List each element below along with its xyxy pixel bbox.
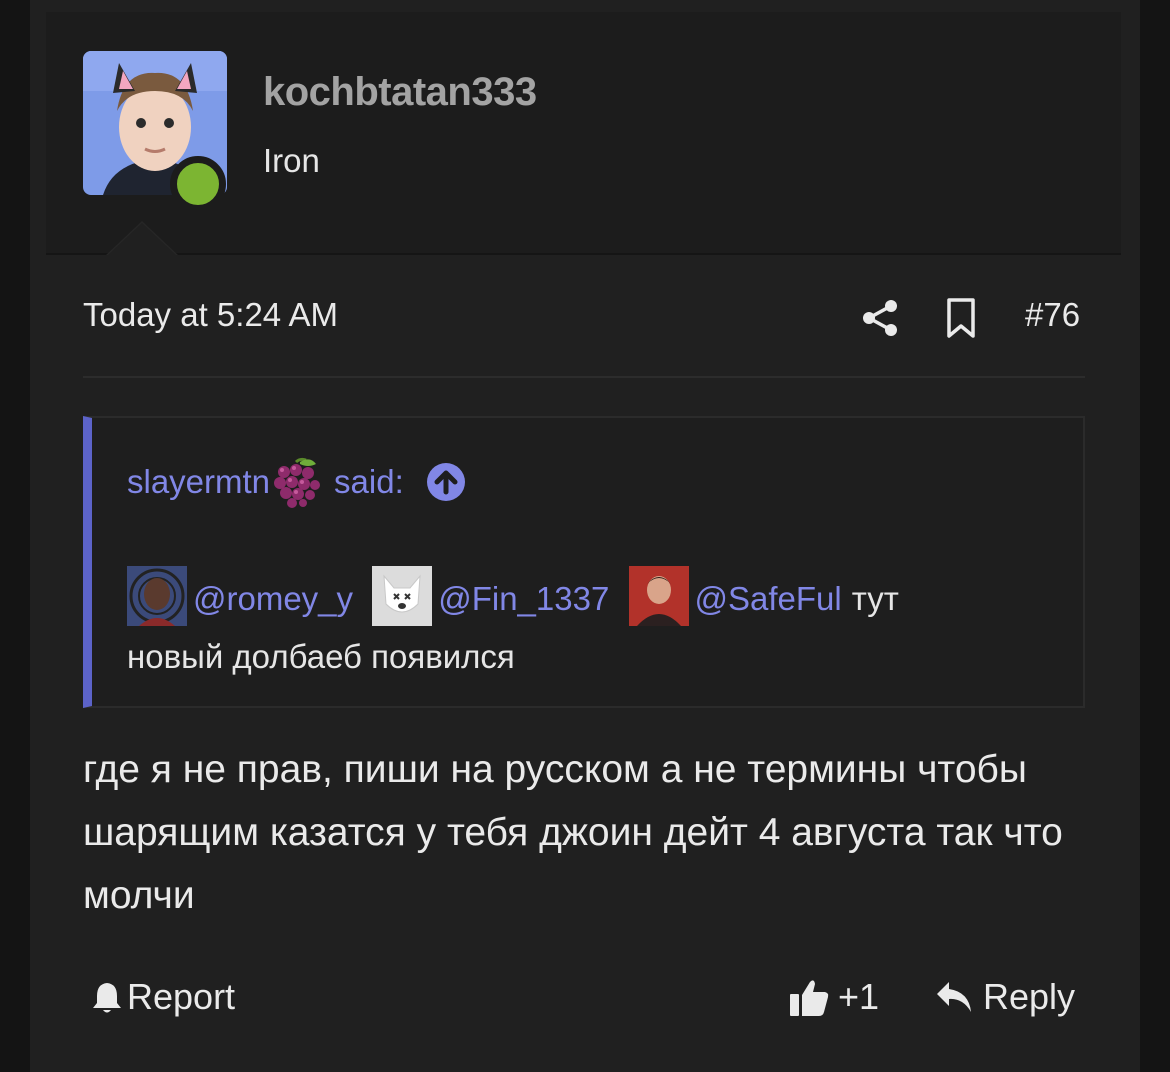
quote-author[interactable]: slayermtn [127,463,270,501]
romey-avatar-icon [127,566,187,626]
username[interactable]: kochbtatan333 [263,70,537,115]
mention-fin[interactable]: @Fin_1337 [438,580,609,617]
message-text: где я не прав, пиши на русском а не терм… [83,748,1063,917]
bookmark-icon[interactable] [943,296,979,340]
share-icon[interactable] [858,296,902,340]
reply-arrow-icon [937,982,971,1012]
fin-avatar-icon [372,566,433,626]
report-button[interactable]: Report [91,976,235,1018]
grapes-emoji-icon [274,457,321,508]
quote-text-rest: новый долбаеб появился [127,638,515,675]
said-label: said: [334,463,404,500]
quote-body: @romey_y @Fin_1337 @SafeFul тут новый дол… [127,566,1027,686]
online-status-indicator [170,156,226,212]
report-label: Report [127,976,236,1017]
like-button[interactable]: +1 [788,976,879,1018]
post-container: kochbtatan333 Iron Today at 5:24 AM #76 … [30,0,1140,1072]
reply-label: Reply [983,976,1076,1017]
reply-button[interactable]: Reply [935,976,1075,1018]
post-date[interactable]: Today at 5:24 AM [83,296,338,334]
post-actions: Report +1 Reply [83,974,1085,1024]
post-meta: Today at 5:24 AM #76 [83,296,1083,340]
quote-block: slayermtn said: @romey_y @Fin_1337 @Safe… [83,416,1085,708]
like-count: +1 [838,976,880,1017]
mention-safeful[interactable]: @SafeFul [695,580,842,617]
card-pointer [108,223,176,255]
safeful-avatar-icon [628,566,689,626]
thumbs-up-icon [790,980,829,1016]
user-card: kochbtatan333 Iron [46,12,1121,255]
arrow-up-icon[interactable] [426,462,466,502]
quote-text-inline: тут [851,580,899,617]
mention-romey[interactable]: @romey_y [193,580,353,617]
quote-header: slayermtn said: [127,456,466,508]
bell-icon [93,983,121,1013]
user-title: Iron [263,142,320,179]
post-number[interactable]: #76 [1025,296,1080,334]
meta-divider [83,376,1085,378]
